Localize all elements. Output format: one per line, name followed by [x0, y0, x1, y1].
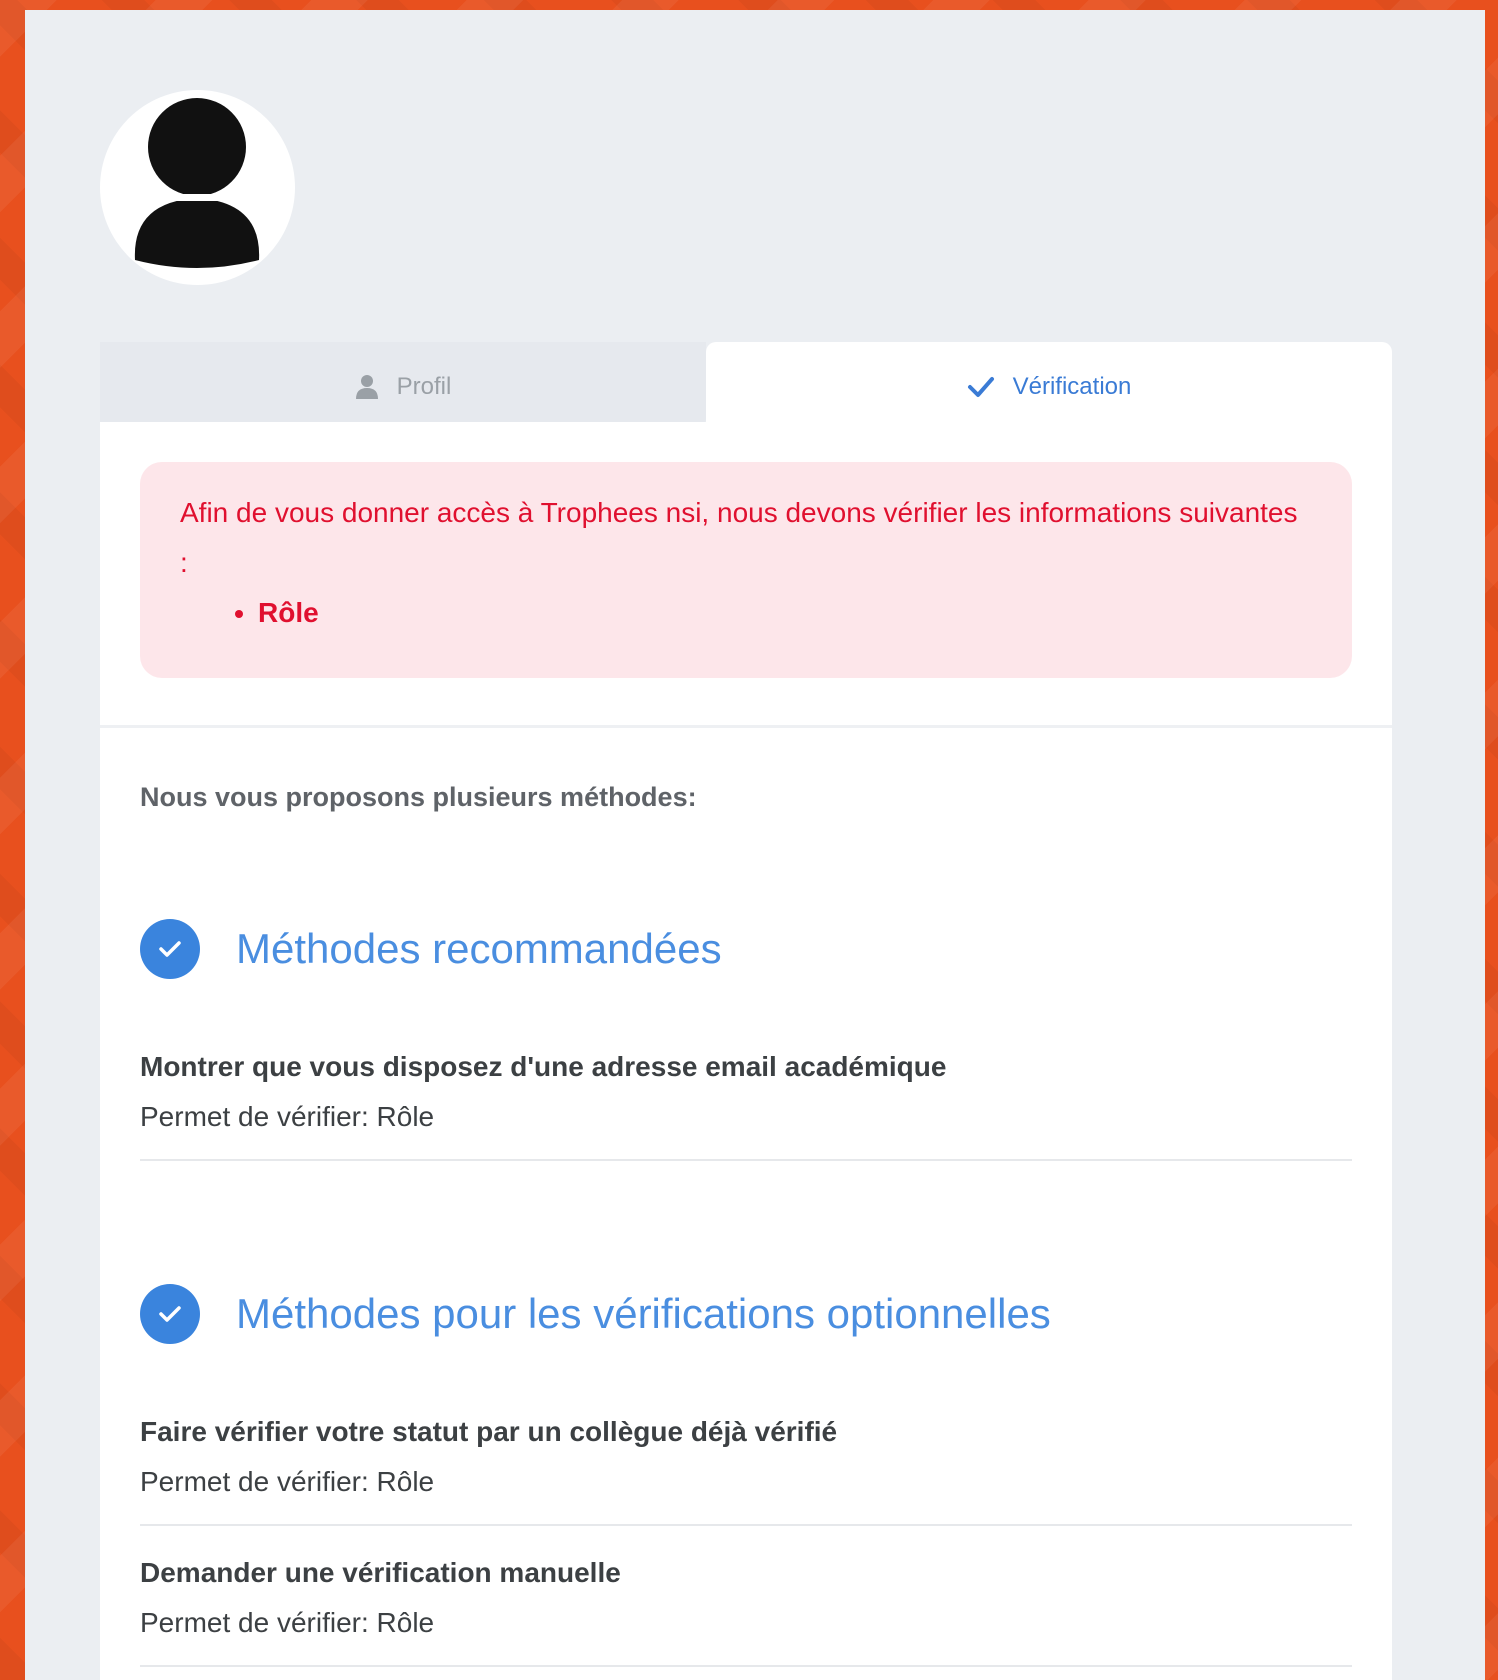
method-title: Demander une vérification manuelle: [140, 1557, 621, 1588]
divider: [140, 1524, 1352, 1526]
method-item[interactable]: Montrer que vous disposez d'une adresse …: [140, 1047, 1352, 1161]
method-subtitle: Permet de vérifier: Rôle: [140, 1101, 435, 1132]
tab-profil[interactable]: Profil: [100, 342, 706, 432]
alert-box: Afin de vous donner accès à Trophees nsi…: [140, 462, 1352, 678]
verification-panel: Afin de vous donner accès à Trophees nsi…: [100, 422, 1392, 1680]
alert-list: Rôle: [180, 588, 1312, 638]
method-item[interactable]: Demander une vérification manuelle Perme…: [140, 1553, 1352, 1667]
user-avatar-icon: [134, 98, 260, 268]
check-circle-icon: [140, 1284, 200, 1344]
method-title: Montrer que vous disposez d'une adresse …: [140, 1051, 947, 1082]
alert-list-item: Rôle: [258, 588, 1312, 638]
alert-text: Afin de vous donner accès à Trophees nsi…: [180, 497, 1298, 578]
section-header-optional: Méthodes pour les vérifications optionne…: [140, 1284, 1051, 1344]
method-subtitle: Permet de vérifier: Rôle: [140, 1607, 435, 1638]
method-item[interactable]: Faire vérifier votre statut par un collè…: [140, 1412, 1352, 1526]
tab-verification-label: Vérification: [1012, 373, 1132, 400]
tab-verification[interactable]: Vérification: [706, 342, 1392, 432]
method-title: Faire vérifier votre statut par un collè…: [140, 1416, 838, 1447]
section-title: Méthodes pour les vérifications optionne…: [236, 1290, 1051, 1337]
divider: [140, 1159, 1352, 1161]
avatar: [100, 90, 295, 285]
tab-bar: Profil Vérification: [100, 342, 1392, 432]
check-circle-icon: [140, 919, 200, 979]
user-icon: [355, 375, 378, 399]
section-header-recommended: Méthodes recommandées: [140, 919, 722, 979]
divider: [140, 1665, 1352, 1667]
check-icon: [967, 377, 994, 397]
page-container: Profil Vérification Afin de vous donner …: [25, 10, 1485, 1680]
section-title: Méthodes recommandées: [236, 925, 722, 972]
method-subtitle: Permet de vérifier: Rôle: [140, 1466, 435, 1497]
intro-text: Nous vous proposons plusieurs méthodes:: [140, 782, 697, 812]
divider: [100, 725, 1392, 728]
tab-profil-label: Profil: [396, 373, 452, 400]
